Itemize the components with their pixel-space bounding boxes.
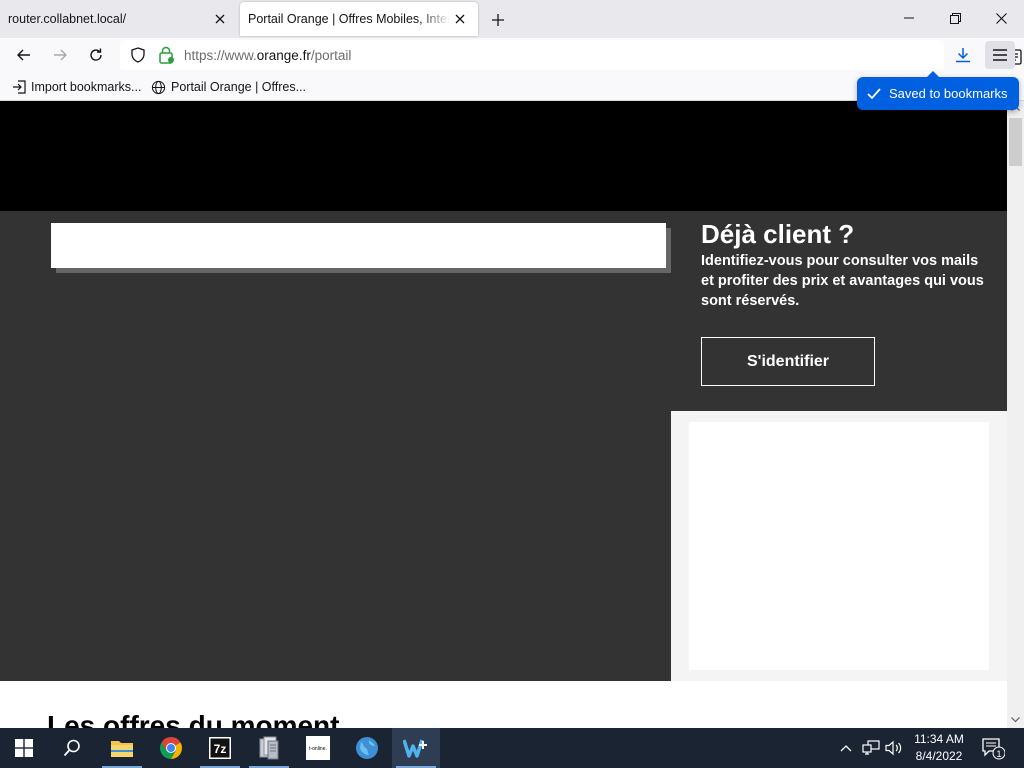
restore-button[interactable] bbox=[932, 0, 978, 36]
tab-title: Portail Orange | Offres Mobiles, Interne bbox=[248, 12, 450, 26]
tab-bar: router.collabnet.local/ Portail Orange |… bbox=[0, 0, 1024, 38]
taskbar-7zip[interactable]: 7z bbox=[196, 728, 244, 768]
bookmark-label: Portail Orange | Offres... bbox=[171, 80, 307, 94]
globe-icon bbox=[151, 80, 166, 94]
login-button[interactable]: S'identifier bbox=[701, 337, 875, 386]
taskbar-active-app[interactable] bbox=[392, 728, 440, 768]
close-icon[interactable] bbox=[450, 9, 470, 29]
app-icon bbox=[403, 739, 427, 758]
checkmark-icon bbox=[867, 87, 881, 99]
shield-icon[interactable] bbox=[128, 45, 148, 65]
tray-overflow-button[interactable] bbox=[838, 728, 854, 768]
reload-button[interactable] bbox=[81, 41, 111, 69]
import-icon bbox=[13, 80, 26, 94]
bookmark-saved-toast: Saved to bookmarks bbox=[857, 71, 1019, 110]
tab-orange[interactable]: Portail Orange | Offres Mobiles, Interne bbox=[240, 2, 478, 36]
url-scheme: https://www. bbox=[184, 47, 257, 63]
clock-date: 8/4/2022 bbox=[915, 749, 963, 763]
chrome-icon bbox=[160, 737, 182, 759]
search-icon bbox=[63, 739, 80, 757]
close-icon bbox=[995, 12, 1007, 24]
bookmark-import[interactable]: Import bookmarks... bbox=[12, 77, 141, 97]
header-banner bbox=[0, 101, 1007, 211]
url-path: /portail bbox=[310, 47, 352, 63]
reload-icon bbox=[90, 48, 102, 61]
taskbar-chrome[interactable] bbox=[147, 728, 195, 768]
navigation-toolbar: https://www.orange.fr/portail bbox=[0, 38, 1024, 72]
downloads-button[interactable] bbox=[948, 41, 978, 69]
offers-heading: Les offres du moment bbox=[47, 710, 340, 728]
forward-button[interactable] bbox=[45, 41, 75, 69]
plus-icon bbox=[492, 14, 504, 26]
scroll-thumb[interactable] bbox=[1009, 118, 1022, 166]
download-icon bbox=[956, 48, 970, 63]
taskbar-clock[interactable]: 11:34 AM 8/4/2022 bbox=[906, 731, 972, 765]
hero-panel bbox=[0, 211, 671, 681]
svg-text:1: 1 bbox=[996, 749, 1001, 759]
hamburger-icon bbox=[993, 49, 1007, 61]
notification-icon: 1 bbox=[982, 738, 1005, 760]
login-description: Identifiez-vous pour consulter vos mails… bbox=[701, 253, 984, 309]
svg-text:7z: 7z bbox=[214, 742, 227, 756]
login-title: Déjà client ? bbox=[701, 219, 855, 249]
lock-icon[interactable] bbox=[156, 45, 176, 65]
taskbar-search-button[interactable] bbox=[48, 728, 96, 768]
taskbar-file-explorer[interactable] bbox=[98, 728, 146, 768]
close-icon[interactable] bbox=[210, 9, 230, 29]
tray-volume[interactable] bbox=[884, 728, 904, 768]
vertical-scrollbar[interactable] bbox=[1007, 101, 1024, 728]
tab-title: router.collabnet.local/ bbox=[8, 12, 127, 26]
new-tab-button[interactable] bbox=[486, 8, 510, 32]
back-button[interactable] bbox=[9, 41, 39, 69]
speaker-icon bbox=[885, 740, 902, 756]
network-icon bbox=[862, 740, 880, 755]
search-input[interactable] bbox=[51, 223, 666, 268]
restore-icon bbox=[949, 12, 961, 24]
7zip-icon: 7z bbox=[209, 737, 231, 759]
app-menu-button[interactable] bbox=[985, 41, 1015, 69]
taskbar-t-online[interactable]: t-online. bbox=[294, 728, 342, 768]
archive-icon bbox=[259, 736, 279, 760]
folder-icon bbox=[111, 741, 133, 757]
svg-text:t-online.: t-online. bbox=[309, 746, 327, 752]
globe-icon bbox=[356, 737, 378, 759]
url-text[interactable]: https://www.orange.fr/portail bbox=[184, 48, 351, 63]
scroll-down-icon[interactable] bbox=[1007, 713, 1024, 727]
taskbar-globe-browser[interactable] bbox=[343, 728, 391, 768]
taskbar: 7z t-online. 11:34 AM 8/4/2022 1 bbox=[0, 728, 1024, 768]
arrow-right-icon bbox=[54, 49, 67, 61]
window-close-button[interactable] bbox=[978, 0, 1024, 36]
t-online-icon: t-online. bbox=[306, 736, 330, 760]
windows-icon bbox=[15, 739, 33, 757]
arrow-left-icon bbox=[17, 49, 30, 61]
start-button[interactable] bbox=[0, 728, 48, 768]
clock-time: 11:34 AM bbox=[914, 732, 964, 746]
bookmark-orange[interactable]: Portail Orange | Offres... bbox=[151, 77, 306, 97]
toast-label: Saved to bookmarks bbox=[889, 86, 1008, 101]
minimize-icon bbox=[904, 17, 914, 19]
bookmark-label: Import bookmarks... bbox=[31, 80, 142, 94]
ad-card[interactable] bbox=[689, 422, 989, 670]
action-center-button[interactable]: 1 bbox=[980, 728, 1006, 768]
address-bar[interactable]: https://www.orange.fr/portail bbox=[120, 40, 1022, 70]
chevron-up-icon bbox=[840, 745, 852, 752]
taskbar-archive-app[interactable] bbox=[245, 728, 293, 768]
tab-router[interactable]: router.collabnet.local/ bbox=[0, 2, 238, 36]
tray-network[interactable] bbox=[862, 728, 880, 768]
url-domain: orange.fr bbox=[256, 47, 311, 63]
minimize-button[interactable] bbox=[886, 0, 932, 36]
page-content: Déjà client ? Identifiez-vous pour consu… bbox=[0, 101, 1007, 728]
